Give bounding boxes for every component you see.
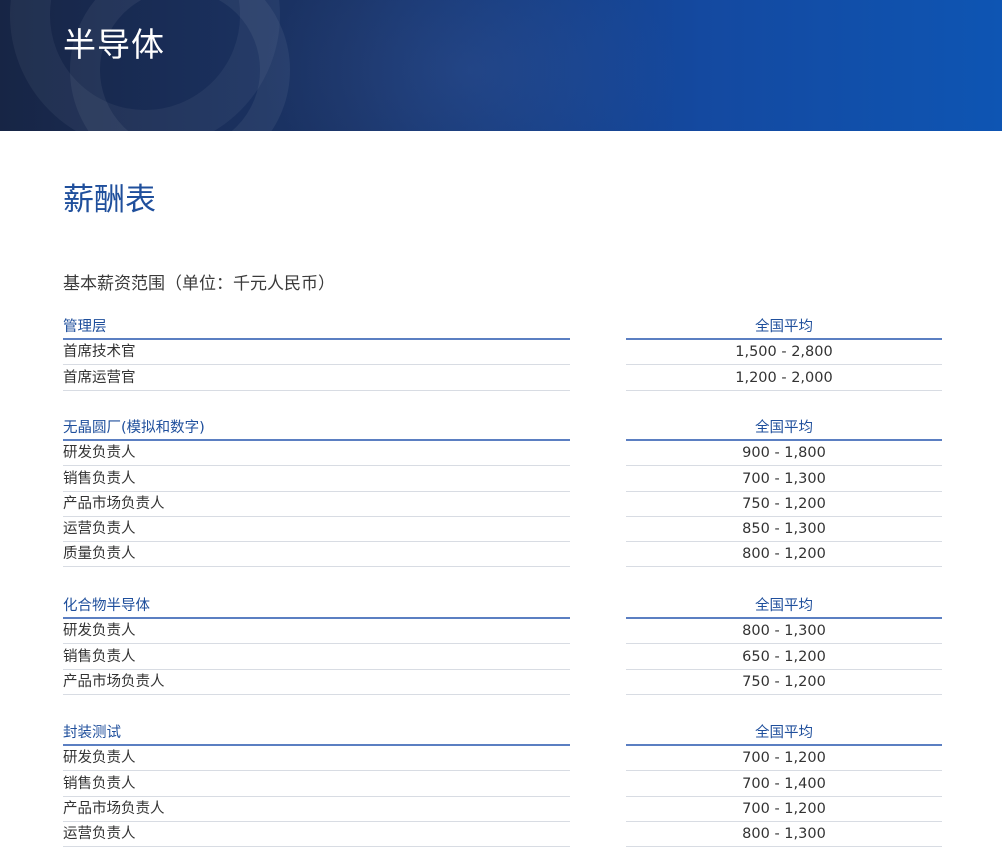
role-cell: 运营负责人	[63, 517, 570, 543]
section-title: 管理层	[63, 315, 570, 340]
role-cell: 研发负责人	[63, 746, 570, 772]
role-cell: 运营负责人	[63, 822, 570, 848]
role-cell: 研发负责人	[63, 441, 570, 467]
table-row: 运营负责人 800 - 1,300	[63, 822, 942, 848]
section-title: 化合物半导体	[63, 594, 570, 619]
table-row: 产品市场负责人 700 - 1,200	[63, 797, 942, 822]
page-title: 薪酬表	[63, 182, 156, 218]
column-header: 全国平均	[626, 594, 942, 619]
table-row: 研发负责人 900 - 1,800	[63, 441, 942, 467]
salary-section: 管理层 全国平均 首席技术官 1,500 - 2,800 首席运营官 1,200…	[63, 315, 942, 391]
table-row: 销售负责人 700 - 1,400	[63, 772, 942, 797]
range-cell: 850 - 1,300	[626, 517, 942, 543]
range-cell: 800 - 1,300	[626, 619, 942, 645]
role-cell: 产品市场负责人	[63, 797, 570, 822]
role-cell: 研发负责人	[63, 619, 570, 645]
table-row: 研发负责人 700 - 1,200	[63, 746, 942, 772]
role-cell: 销售负责人	[63, 772, 570, 797]
role-cell: 产品市场负责人	[63, 492, 570, 517]
section-header: 管理层 全国平均	[63, 315, 942, 340]
range-cell: 1,200 - 2,000	[626, 366, 942, 391]
role-cell: 质量负责人	[63, 542, 570, 568]
table-row: 首席技术官 1,500 - 2,800	[63, 340, 942, 366]
section-title: 无晶圆厂(模拟和数字)	[63, 416, 570, 441]
range-cell: 750 - 1,200	[626, 670, 942, 695]
table-row: 销售负责人 700 - 1,300	[63, 467, 942, 492]
range-cell: 900 - 1,800	[626, 441, 942, 467]
salary-section: 封装测试 全国平均 研发负责人 700 - 1,200 销售负责人 700 - …	[63, 721, 942, 848]
section-header: 化合物半导体 全国平均	[63, 594, 942, 619]
table-row: 研发负责人 800 - 1,300	[63, 619, 942, 645]
column-header: 全国平均	[626, 416, 942, 441]
range-cell: 800 - 1,300	[626, 822, 942, 848]
range-cell: 700 - 1,400	[626, 772, 942, 797]
salary-section: 无晶圆厂(模拟和数字) 全国平均 研发负责人 900 - 1,800 销售负责人…	[63, 416, 942, 568]
table-row: 产品市场负责人 750 - 1,200	[63, 670, 942, 695]
table-row: 质量负责人 800 - 1,200	[63, 542, 942, 568]
column-header: 全国平均	[626, 721, 942, 746]
range-cell: 750 - 1,200	[626, 492, 942, 517]
banner-decoration-glow	[260, 0, 680, 131]
range-cell: 700 - 1,200	[626, 797, 942, 822]
column-header: 全国平均	[626, 315, 942, 340]
section-title: 封装测试	[63, 721, 570, 746]
table-row: 产品市场负责人 750 - 1,200	[63, 492, 942, 517]
role-cell: 销售负责人	[63, 645, 570, 670]
range-cell: 800 - 1,200	[626, 542, 942, 568]
role-cell: 首席技术官	[63, 340, 570, 366]
range-cell: 1,500 - 2,800	[626, 340, 942, 366]
section-header: 封装测试 全国平均	[63, 721, 942, 746]
table-row: 首席运营官 1,200 - 2,000	[63, 366, 942, 391]
table-row: 销售负责人 650 - 1,200	[63, 645, 942, 670]
role-cell: 首席运营官	[63, 366, 570, 391]
table-row: 运营负责人 850 - 1,300	[63, 517, 942, 543]
section-header: 无晶圆厂(模拟和数字) 全国平均	[63, 416, 942, 441]
page-subtitle: 基本薪资范围（单位：千元人民币）	[63, 274, 335, 294]
banner-title: 半导体	[63, 25, 165, 64]
range-cell: 700 - 1,300	[626, 467, 942, 492]
salary-section: 化合物半导体 全国平均 研发负责人 800 - 1,300 销售负责人 650 …	[63, 594, 942, 695]
role-cell: 产品市场负责人	[63, 670, 570, 695]
role-cell: 销售负责人	[63, 467, 570, 492]
range-cell: 700 - 1,200	[626, 746, 942, 772]
range-cell: 650 - 1,200	[626, 645, 942, 670]
header-banner: 半导体	[0, 0, 1002, 131]
